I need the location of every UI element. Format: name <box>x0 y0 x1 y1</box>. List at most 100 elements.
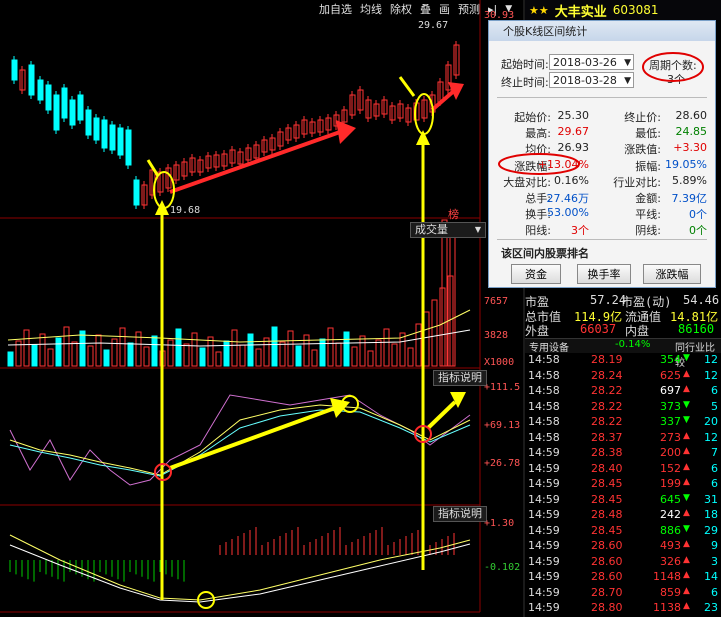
annotation-trend-arrow <box>426 400 457 430</box>
sector-label: 专用设备 <box>529 343 569 354</box>
tick-count: 7 <box>711 446 718 459</box>
toolbar-draw[interactable]: 画 <box>438 1 451 17</box>
volume-bar <box>183 343 190 367</box>
volume-bar <box>7 351 14 367</box>
tick-price: 28.80 <box>591 601 623 614</box>
candle-body <box>77 94 84 121</box>
tick-row: 14:58 28.22 337 ▼ 20 <box>525 415 721 431</box>
volume-bar <box>271 326 278 367</box>
candle-body <box>117 127 124 156</box>
stat-label: 阴线: <box>635 224 661 238</box>
arrow-up-icon: ▲ <box>683 368 690 379</box>
volume-bar <box>175 328 182 367</box>
stat-value: 53.00% <box>547 206 589 220</box>
stat-label: 金额: <box>635 192 661 205</box>
tick-volume: 645 <box>660 492 681 506</box>
stock-name: 大丰实业 <box>554 4 607 20</box>
start-time-select[interactable]: 2018-03-26 ▼ <box>549 54 634 70</box>
volume-indicator-dropdown[interactable]: 成交量 ▼ <box>410 222 486 238</box>
stat-label: 平线: <box>635 208 661 222</box>
toolbar-overlay[interactable]: 叠 <box>419 1 432 17</box>
dialog-title-bar[interactable]: 个股K线区间统计 <box>489 21 715 41</box>
rank-by-change-button[interactable]: 涨跌幅 <box>643 264 701 284</box>
tick-row: 14:58 28.22 373 ▼ 5 <box>525 400 721 416</box>
rank-tag: 榜 <box>448 208 459 221</box>
volume-bar <box>223 340 230 367</box>
stat-value: 25.30 <box>557 109 590 122</box>
tick-time: 14:59 <box>528 554 560 568</box>
arrow-down-icon: ▼ <box>683 492 690 503</box>
period-count-value: 3个 <box>667 73 685 86</box>
tick-volume: 242 <box>660 508 681 521</box>
volume-bar <box>167 339 174 367</box>
volume-bar <box>287 330 294 367</box>
tick-volume: 697 <box>660 384 681 397</box>
candle-body <box>53 94 60 131</box>
toolbar-moving-average[interactable]: 均线 <box>359 1 383 17</box>
chevron-down-icon: ▼ <box>474 225 481 234</box>
stat-label: 行业对比: <box>613 175 661 189</box>
stat-label: 均价: <box>525 143 551 157</box>
candle-body <box>28 64 35 96</box>
tick-volume: 199 <box>660 477 681 490</box>
macd-dea-line <box>9 534 471 601</box>
tick-price: 28.70 <box>591 585 623 599</box>
tick-count: 3 <box>711 554 718 568</box>
tick-row: 14:59 28.45 199 ▲ 6 <box>525 477 721 493</box>
arrow-up-icon: ▲ <box>683 446 690 456</box>
start-time-value: 2018-03-26 <box>553 56 617 69</box>
tick-time: 14:58 <box>528 430 560 444</box>
stat-label: 终止价: <box>624 111 661 124</box>
start-time-label: 起始时间: <box>501 58 549 71</box>
volume-bar <box>143 346 150 367</box>
tick-time: 14:58 <box>528 368 560 382</box>
volume-bar <box>407 347 414 367</box>
indicator-line-kdj-j <box>9 394 471 486</box>
tick-volume: 886 <box>660 523 681 537</box>
candle-body <box>85 109 92 136</box>
stat-label: 最高: <box>525 127 551 141</box>
stat-value: 0个 <box>689 224 707 238</box>
volume-bar <box>423 311 430 367</box>
toolbar-add-watchlist[interactable]: 加自选 <box>318 1 353 17</box>
volume-bar <box>95 334 102 367</box>
volume-bar <box>55 337 62 367</box>
toolbar-ex-rights[interactable]: 除权 <box>389 1 413 17</box>
high-price-marker: 29.67 <box>418 20 449 31</box>
indicator-line-kdj-k <box>9 404 471 476</box>
volume-bar <box>255 348 262 367</box>
arrow-right-icon <box>448 82 464 100</box>
stat-value: +13.04% <box>537 157 589 171</box>
rank-section-title: 该区间内股票排名 <box>501 247 589 260</box>
tick-time: 14:59 <box>528 601 560 614</box>
volume-bar <box>191 332 198 367</box>
stat-label: 振幅: <box>635 159 661 173</box>
low-price-marker: 19.68 <box>170 205 201 216</box>
tick-row: 14:59 28.48 242 ▲ 18 <box>525 508 721 524</box>
tick-time: 14:58 <box>528 353 560 366</box>
stat-value: 26.93 <box>557 141 590 155</box>
tick-row: 14:59 28.60 1148 ▲ 14 <box>525 570 721 586</box>
end-time-value: 2018-03-28 <box>553 74 617 87</box>
end-time-select[interactable]: 2018-03-28 ▼ <box>549 72 634 88</box>
volume-bar <box>63 326 70 367</box>
rank-by-fund-button[interactable]: 资金 <box>511 264 561 284</box>
stat-label: 换手: <box>525 208 551 222</box>
tick-count: 14 <box>704 570 718 583</box>
candle-body <box>37 79 44 101</box>
candle-body <box>133 179 140 206</box>
tick-price: 28.22 <box>591 384 623 397</box>
rank-by-turnover-button[interactable]: 换手率 <box>577 264 631 284</box>
indicator-help-button-1[interactable]: 指标说明 <box>433 370 487 386</box>
volume-bar <box>207 336 214 367</box>
candle-body <box>101 119 108 149</box>
volume-bar <box>343 331 350 367</box>
indicator-help-button-2[interactable]: 指标说明 <box>433 506 487 522</box>
arrow-down-icon: ▼ <box>683 415 690 425</box>
arrow-up-icon: ▲ <box>683 384 690 394</box>
stat-value: 5.89% <box>672 173 707 187</box>
tick-count: 6 <box>711 477 718 490</box>
volume-bar <box>79 330 86 367</box>
toolbar-forecast[interactable]: 预测 <box>457 1 481 17</box>
volume-bar <box>279 341 286 367</box>
